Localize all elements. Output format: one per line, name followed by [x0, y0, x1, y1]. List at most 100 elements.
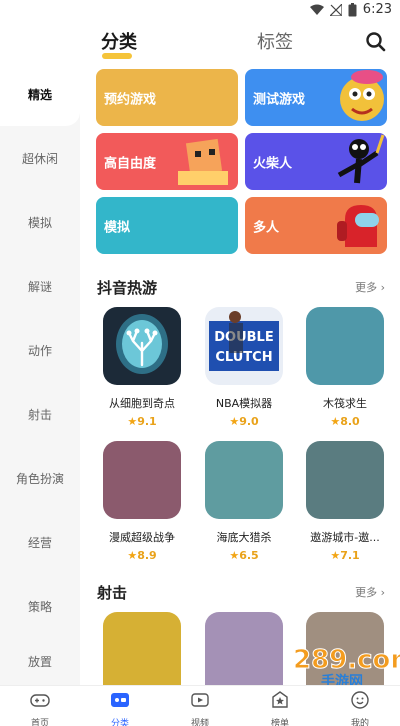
- watermark-logo: 289.com 手游网: [293, 645, 400, 691]
- nav-category[interactable]: 分类: [80, 686, 160, 726]
- section-title-shooter: 射击: [97, 584, 128, 602]
- section-title-hot: 抖音热游: [97, 279, 158, 297]
- more-label: 更多: [355, 586, 378, 599]
- nav-ranking[interactable]: 榜单: [240, 686, 320, 726]
- sidebar-item-management[interactable]: 经营: [0, 510, 80, 574]
- category-art: [178, 138, 228, 185]
- nba-simulator-art: DOUBLE CLUTCH: [209, 311, 279, 371]
- chevron-right-icon: ›: [380, 281, 385, 294]
- game-name: 从细胞到奇点: [109, 397, 175, 410]
- status-time: 6:23: [362, 2, 392, 17]
- more-link-hot[interactable]: 更多 ›: [355, 279, 385, 295]
- star-icon: ★: [330, 415, 341, 428]
- sidebar-item-idle[interactable]: 放置: [0, 638, 80, 685]
- more-label: 更多: [355, 281, 378, 294]
- category-tile-beta[interactable]: 测试游戏: [245, 69, 387, 126]
- category-art: [337, 134, 385, 184]
- star-icon: ★: [127, 549, 138, 562]
- tab-category[interactable]: 分类: [101, 28, 137, 54]
- game-icon: DOUBLE CLUTCH: [205, 307, 283, 385]
- game-icon: [205, 441, 283, 519]
- nav-label: 首页: [30, 719, 49, 726]
- tab-tags[interactable]: 标签: [257, 28, 293, 54]
- sidebar-item-label: 角色扮演: [15, 471, 64, 486]
- sidebar-item-label: 动作: [27, 343, 52, 358]
- category-art: [337, 205, 379, 247]
- nav-label: 我的: [350, 719, 369, 726]
- status-bar: 6:23: [0, 0, 400, 22]
- game-icon: [103, 307, 181, 385]
- svg-text:289.com: 289.com: [293, 645, 400, 675]
- svg-text:CLUTCH: CLUTCH: [215, 350, 272, 365]
- sidebar-item-label: 精选: [27, 87, 52, 102]
- more-link-shooter[interactable]: 更多 ›: [355, 584, 385, 600]
- category-tile-open-world[interactable]: 高自由度: [96, 133, 238, 190]
- sidebar-item-label: 策略: [27, 599, 52, 614]
- star-icon: ★: [330, 549, 341, 562]
- game-card[interactable]: [92, 612, 192, 685]
- nav-video[interactable]: 视频: [160, 686, 240, 726]
- sidebar-item-puzzle[interactable]: 解谜: [0, 254, 80, 318]
- nav-label: 视频: [190, 719, 209, 726]
- sidebar-item-label: 放置: [27, 655, 52, 669]
- svg-text:DOUBLE: DOUBLE: [214, 330, 273, 345]
- sidebar-item-featured[interactable]: 精选: [0, 62, 80, 126]
- search-button[interactable]: [364, 30, 388, 54]
- game-rating: ★7.1: [330, 549, 360, 562]
- cell-to-singularity-art: [116, 314, 168, 374]
- video-icon: [191, 693, 209, 707]
- star-icon: ★: [127, 415, 138, 428]
- game-icon: [103, 612, 181, 685]
- game-card[interactable]: 漫威超级战争 ★8.9: [92, 441, 192, 562]
- site-watermark: 289.com 手游网: [225, 638, 400, 691]
- top-header: 分类 标签: [0, 22, 400, 62]
- profile-icon: [351, 691, 369, 709]
- sidebar-item-strategy[interactable]: 策略: [0, 574, 80, 638]
- sidebar-item-shooter[interactable]: 射击: [0, 382, 80, 446]
- category-tile-reserve[interactable]: 预约游戏: [96, 69, 238, 126]
- sidebar-item-hypercasual[interactable]: 超休闲: [0, 126, 80, 190]
- nav-home[interactable]: 首页: [0, 686, 80, 726]
- game-name: 木筏求生: [323, 397, 367, 410]
- category-label: 预约游戏: [104, 92, 157, 107]
- game-rating: ★9.0: [229, 415, 259, 428]
- sidebar-item-action[interactable]: 动作: [0, 318, 80, 382]
- sidebar-item-label: 解谜: [27, 279, 52, 294]
- nav-label: 分类: [110, 719, 129, 726]
- battery-icon: [348, 2, 357, 16]
- gamepad-icon: [30, 694, 50, 707]
- category-tile-stickman[interactable]: 火柴人: [245, 133, 387, 190]
- active-tab-indicator: [102, 53, 132, 59]
- category-label: 火柴人: [253, 156, 293, 171]
- category-label: 测试游戏: [253, 92, 306, 107]
- category-tile-simulation[interactable]: 模拟: [96, 197, 238, 254]
- status-icons: 6:23: [309, 2, 392, 17]
- sidebar-item-simulation[interactable]: 模拟: [0, 190, 80, 254]
- game-card[interactable]: 木筏求生 ★8.0: [295, 307, 395, 428]
- game-rating: ★8.0: [330, 415, 360, 428]
- game-card[interactable]: DOUBLE CLUTCH NBA模拟器 ★9.0: [194, 307, 294, 428]
- game-card[interactable]: 海底大猎杀 ★6.5: [194, 441, 294, 562]
- sidebar-item-label: 超休闲: [21, 151, 58, 166]
- sidebar-item-label: 射击: [27, 407, 52, 422]
- game-icon: [306, 441, 384, 519]
- star-icon: ★: [229, 415, 240, 428]
- nav-profile[interactable]: 我的: [320, 686, 400, 726]
- category-art: [340, 70, 384, 121]
- search-icon: [366, 32, 386, 52]
- category-label: 高自由度: [104, 156, 157, 171]
- category-tile-multiplayer[interactable]: 多人: [245, 197, 387, 254]
- category-sidebar: 精选 超休闲 模拟 解谜 动作 射击 角色扮演 经营 策略 放置: [0, 62, 80, 685]
- game-name: 海底大猎杀: [216, 531, 272, 544]
- game-name: NBA模拟器: [215, 397, 273, 410]
- game-card[interactable]: 从细胞到奇点 ★9.1: [92, 307, 192, 428]
- star-icon: ★: [229, 549, 240, 562]
- game-icon: [306, 307, 384, 385]
- category-icon: [111, 693, 129, 707]
- game-icon: [103, 441, 181, 519]
- sidebar-item-rpg[interactable]: 角色扮演: [0, 446, 80, 510]
- sidebar-item-label: 经营: [27, 535, 52, 550]
- game-name: 遨游城市-遨...: [310, 531, 380, 544]
- chevron-right-icon: ›: [380, 586, 385, 599]
- game-card[interactable]: 遨游城市-遨... ★7.1: [295, 441, 395, 562]
